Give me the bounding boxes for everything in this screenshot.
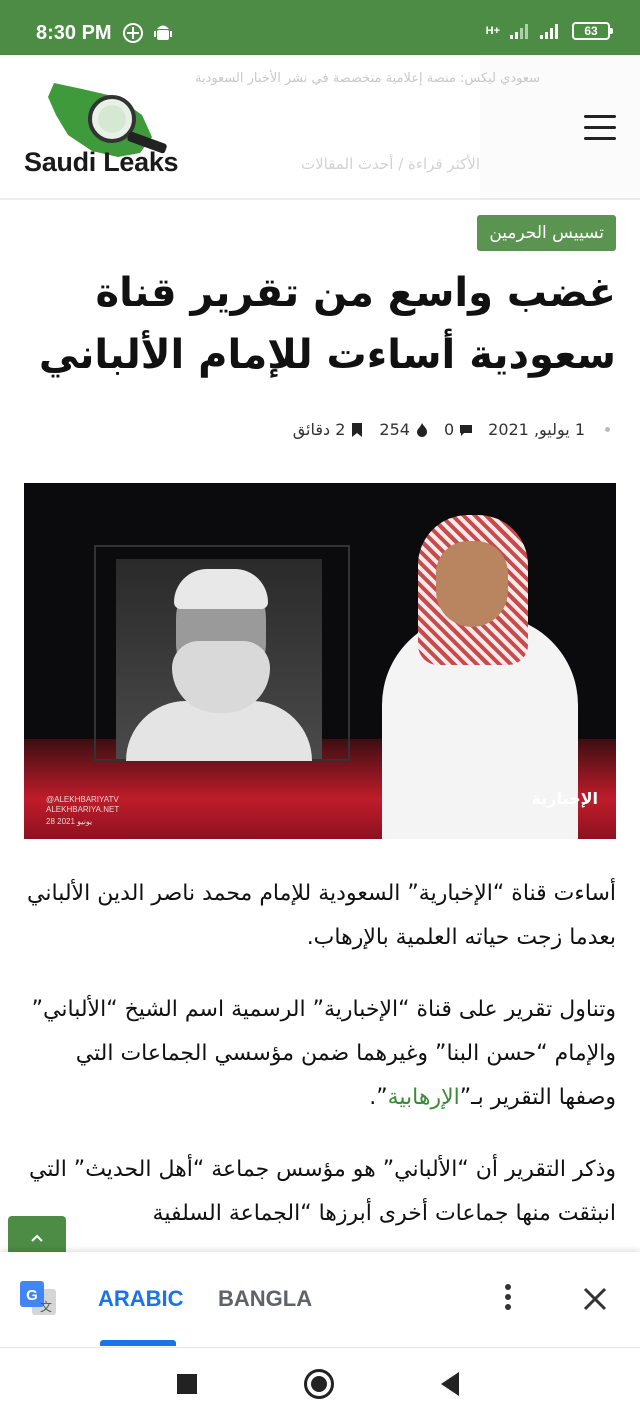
status-time: 8:30 PM xyxy=(36,22,112,44)
logo-text: Saudi Leaks xyxy=(24,147,179,177)
meta-comments[interactable]: 0 xyxy=(444,420,474,439)
site-tagline: سعودي ليكس: منصة إعلامية متخصصة في نشر ا… xyxy=(194,71,540,86)
comment-icon xyxy=(460,424,473,436)
svg-text:G: G xyxy=(26,1287,38,1304)
bookmark-icon xyxy=(352,422,363,437)
terrorist-tag-link[interactable]: الإرهابية xyxy=(388,1085,460,1110)
translate-bar: G 文 ARABIC BANGLA xyxy=(0,1252,640,1347)
svg-text:文: 文 xyxy=(40,1299,52,1314)
menu-icon[interactable] xyxy=(584,115,616,141)
back-button[interactable] xyxy=(441,1372,459,1396)
hero-watermark: @ALEKHBARIYATV ALEKHBARIYA.NET 28 يونيو … xyxy=(46,795,120,826)
chevron-up-icon xyxy=(31,1234,43,1242)
active-tab-indicator xyxy=(100,1340,176,1346)
article-body: أساءت قناة “الإخبارية” السعودية للإمام م… xyxy=(16,872,616,1264)
meta-views: 254 xyxy=(379,420,430,439)
more-options-icon[interactable] xyxy=(498,1280,518,1320)
channel-logo: الإخبارية xyxy=(531,789,598,808)
fire-icon xyxy=(416,422,427,437)
google-translate-icon: G 文 xyxy=(20,1281,56,1315)
signal-icon-2 xyxy=(540,24,558,39)
portrait-photo xyxy=(116,559,322,761)
tab-bangla[interactable]: BANGLA xyxy=(218,1286,312,1312)
article-meta: 1 يوليو, 2021 0 254 2 دقائق xyxy=(293,420,610,439)
android-icon xyxy=(154,25,172,40)
signal-icon-1 xyxy=(510,24,528,39)
system-nav-bar xyxy=(0,1347,640,1422)
meta-date: 1 يوليو, 2021 xyxy=(488,420,585,439)
tab-arabic[interactable]: ARABIC xyxy=(98,1286,184,1312)
article-title: غضب واسع من تقرير قناة سعودية أساءت للإم… xyxy=(38,270,616,378)
close-icon[interactable] xyxy=(580,1284,610,1314)
home-button[interactable] xyxy=(304,1369,334,1399)
paragraph-1: أساءت قناة “الإخبارية” السعودية للإمام م… xyxy=(27,881,616,950)
network-type: H+ xyxy=(485,25,500,37)
meta-dot-icon xyxy=(605,427,610,432)
category-badge[interactable]: تسييس الحرمين xyxy=(477,215,616,251)
article-hero-image: @ALEKHBARIYATV ALEKHBARIYA.NET 28 يونيو … xyxy=(24,483,616,839)
site-header: سعودي ليكس: منصة إعلامية متخصصة في نشر ا… xyxy=(0,55,640,200)
status-right-icons: H+ 63 xyxy=(485,22,613,40)
paragraph-3: وذكر التقرير أن “الألباني” هو مؤسس جماعة… xyxy=(29,1157,616,1226)
meta-read-time: 2 دقائق xyxy=(293,420,366,439)
faded-nav-text: الأكثر قراءة / أحدث المقالات xyxy=(301,155,480,173)
battery-icon: 63 xyxy=(572,22,613,40)
recents-button[interactable] xyxy=(177,1374,197,1394)
status-bar: 8:30 PM H+ 63 xyxy=(0,0,640,55)
location-pin-icon xyxy=(123,23,143,43)
paragraph-2: وتناول تقرير على قناة “الإخبارية” الرسمي… xyxy=(31,997,616,1110)
scroll-to-top-button[interactable] xyxy=(8,1216,66,1252)
